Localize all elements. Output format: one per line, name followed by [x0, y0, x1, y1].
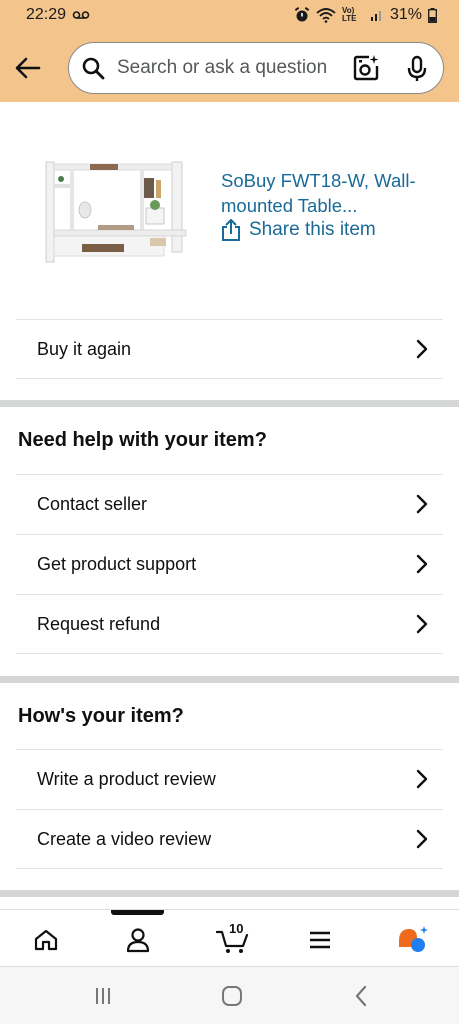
product-support-row[interactable]: Get product support — [16, 534, 443, 594]
home-circle-icon — [222, 986, 242, 1006]
request-refund-row[interactable]: Request refund — [16, 594, 443, 654]
product-title-link[interactable]: SoBuy FWT18-W, Wall-mounted Table... — [221, 168, 441, 218]
share-item-label: Share this item — [249, 219, 376, 240]
battery-icon — [428, 7, 437, 23]
camera-lens-icon[interactable] — [353, 55, 379, 81]
contact-seller-label: Contact seller — [37, 494, 148, 514]
search-input[interactable] — [117, 53, 357, 83]
review-section-heading: How's your item? — [18, 705, 184, 727]
bottom-navigation: 10 — [0, 909, 459, 967]
product-thumbnail[interactable] — [40, 158, 190, 268]
back-arrow-icon — [15, 57, 41, 79]
buy-again-row[interactable]: Buy it again — [16, 319, 443, 379]
person-icon — [126, 928, 150, 953]
recent-apps-button[interactable] — [88, 983, 118, 1009]
recent-apps-icon — [96, 988, 110, 1004]
ai-assistant-icon — [399, 926, 428, 952]
chevron-left-icon — [355, 985, 367, 1007]
top-header: 22:29 Vo) LTE 31% — [0, 0, 459, 102]
write-review-label: Write a product review — [37, 769, 216, 789]
nav-ai-assistant[interactable] — [392, 924, 432, 956]
volte-indicator: Vo) LTE — [341, 6, 357, 23]
voicemail-icon — [72, 11, 90, 19]
write-review-row[interactable]: Write a product review — [16, 749, 443, 809]
nav-home[interactable] — [26, 924, 66, 956]
wifi-icon — [316, 8, 336, 23]
back-system-button[interactable] — [346, 983, 376, 1009]
chevron-right-icon — [416, 614, 428, 634]
share-item-button[interactable]: Share this item — [221, 219, 376, 241]
menu-icon — [310, 931, 330, 949]
help-section-heading: Need help with your item? — [18, 429, 267, 451]
video-review-label: Create a video review — [37, 828, 212, 849]
home-icon — [34, 929, 58, 951]
active-tab-indicator — [111, 910, 164, 915]
system-navigation — [0, 967, 459, 1024]
back-button[interactable] — [10, 50, 46, 86]
video-review-row[interactable]: Create a video review — [16, 809, 443, 869]
alarm-icon — [294, 7, 310, 22]
chevron-right-icon — [416, 769, 428, 789]
section-divider — [0, 400, 459, 407]
status-bar: 22:29 Vo) LTE 31% — [0, 0, 459, 30]
nav-cart[interactable]: 10 — [208, 921, 258, 956]
status-icons: Vo) LTE 31% — [294, 6, 437, 24]
request-refund-label: Request refund — [37, 613, 161, 634]
battery-percent: 31% — [389, 6, 422, 23]
search-icon — [82, 57, 105, 80]
chevron-right-icon — [416, 829, 428, 849]
nav-menu[interactable] — [300, 924, 340, 956]
home-system-button[interactable] — [217, 983, 247, 1009]
product-summary: SoBuy FWT18-W, Wall-mounted Table... Sha… — [0, 102, 459, 319]
product-support-label: Get product support — [37, 554, 197, 574]
buy-again-label: Buy it again — [37, 338, 132, 359]
contact-seller-row[interactable]: Contact seller — [16, 474, 443, 534]
search-bar[interactable] — [68, 42, 444, 94]
status-time: 22:29 — [26, 6, 67, 23]
nav-account[interactable] — [118, 924, 158, 956]
chevron-right-icon — [416, 554, 428, 574]
share-icon — [222, 219, 240, 241]
cart-count-badge: 10 — [229, 921, 244, 936]
chevron-right-icon — [416, 494, 428, 514]
signal-icon — [370, 11, 381, 21]
section-divider — [0, 676, 459, 683]
microphone-icon[interactable] — [407, 55, 427, 83]
status-time-group: 22:29 — [26, 6, 90, 24]
section-divider — [0, 890, 459, 897]
chevron-right-icon — [416, 339, 428, 359]
